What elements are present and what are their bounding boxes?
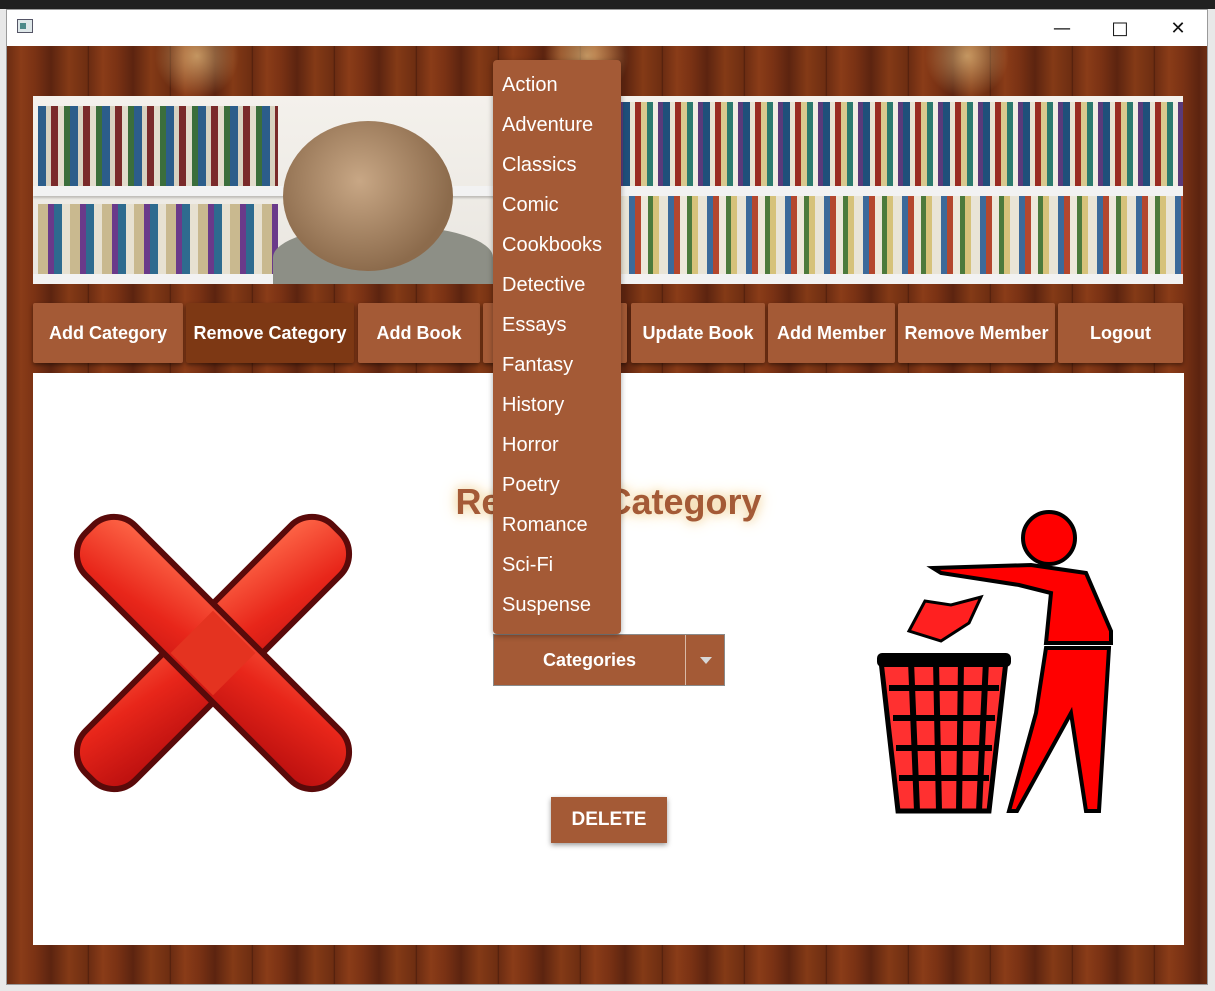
nav-add-category-button[interactable]: Add Category [33, 303, 183, 363]
delete-button[interactable]: DELETE [551, 797, 667, 843]
category-select-value: Categories [542, 649, 637, 670]
dropdown-option-cookbooks[interactable]: Cookbooks [493, 220, 621, 260]
x-mark-icon [73, 513, 353, 793]
nav-remove-category-button[interactable]: Remove Category [186, 303, 354, 363]
maximize-icon[interactable]: □ [1091, 10, 1149, 46]
close-icon[interactable]: ✕ [1149, 10, 1207, 46]
dropdown-option-adventure[interactable]: Adventure [493, 100, 621, 140]
app-icon [17, 19, 33, 33]
dropdown-option-poetry[interactable]: Poetry [493, 460, 621, 500]
chevron-down-icon[interactable] [685, 635, 725, 685]
dropdown-option-detective[interactable]: Detective [493, 260, 621, 300]
nav-add-book-button[interactable]: Add Book [358, 303, 480, 363]
title-bar: — □ ✕ [7, 10, 1207, 46]
dropdown-option-comic[interactable]: Comic [493, 180, 621, 220]
dropdown-option-action[interactable]: Action [493, 60, 621, 100]
dropdown-option-fantasy[interactable]: Fantasy [493, 340, 621, 380]
category-dropdown-list: Action Adventure Classics Comic Cookbook… [493, 60, 621, 634]
nav-update-book-button[interactable]: Update Book [631, 303, 765, 363]
dropdown-option-romance[interactable]: Romance [493, 500, 621, 540]
nav-remove-member-button[interactable]: Remove Member [898, 303, 1055, 363]
screen-top-strip [0, 0, 1215, 9]
trash-icon [877, 510, 1113, 814]
dropdown-option-essays[interactable]: Essays [493, 300, 621, 340]
nav-logout-button[interactable]: Logout [1058, 303, 1183, 363]
dropdown-option-horror[interactable]: Horror [493, 420, 621, 460]
category-select[interactable]: Categories [494, 635, 724, 685]
dropdown-option-sci-fi[interactable]: Sci-Fi [493, 540, 621, 580]
nav-add-member-button[interactable]: Add Member [768, 303, 895, 363]
minimize-icon[interactable]: — [1033, 10, 1091, 46]
dropdown-option-suspense[interactable]: Suspense [493, 580, 621, 620]
dropdown-option-history[interactable]: History [493, 380, 621, 420]
dropdown-option-classics[interactable]: Classics [493, 140, 621, 180]
